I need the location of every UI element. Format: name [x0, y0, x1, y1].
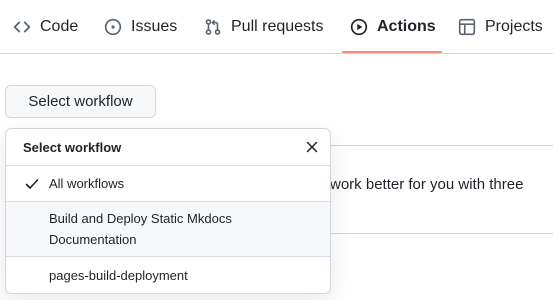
tab-actions-label: Actions: [377, 18, 436, 35]
workflow-item-label: pages-build-deployment: [49, 267, 188, 283]
tab-code-label: Code: [40, 18, 79, 35]
repo-nav: Code Issues Pull requests Actions Projec…: [0, 0, 553, 54]
workflow-item-all[interactable]: All workflows: [6, 166, 330, 202]
issue-circle-icon: [104, 18, 122, 36]
tab-issues[interactable]: Issues: [104, 0, 177, 54]
table-icon: [458, 18, 476, 36]
tab-actions[interactable]: Actions: [350, 0, 436, 54]
tab-issues-label: Issues: [131, 18, 178, 35]
play-circle-icon: [350, 18, 368, 36]
background-card-border-bottom: [331, 233, 553, 234]
workflow-item-build-deploy[interactable]: Build and Deploy Static Mkdocs Documenta…: [6, 202, 330, 257]
workflow-item-pages-build[interactable]: pages-build-deployment: [6, 257, 330, 293]
dropdown-header: Select workflow: [6, 129, 330, 166]
tab-projects[interactable]: Projects: [458, 0, 543, 54]
tab-pull-requests-label: Pull requests: [231, 18, 324, 35]
workflow-item-label-line2: Documentation: [49, 232, 137, 247]
tab-pull-requests[interactable]: Pull requests: [204, 0, 324, 54]
close-icon[interactable]: [304, 139, 320, 155]
pull-request-icon: [205, 19, 221, 35]
workflow-item-label: All workflows: [49, 176, 125, 191]
tab-projects-label: Projects: [485, 18, 543, 35]
active-tab-indicator: [342, 51, 442, 53]
background-card-border-top: [331, 145, 553, 146]
workflow-item-label-line1: Build and Deploy Static Mkdocs: [49, 211, 232, 226]
select-workflow-button[interactable]: Select workflow: [5, 85, 156, 118]
code-icon: [13, 21, 31, 33]
tab-code[interactable]: Code: [13, 0, 78, 54]
background-partial-text: ns work better for you with three: [310, 176, 524, 193]
dropdown-title: Select workflow: [23, 139, 122, 155]
check-icon: [25, 178, 39, 189]
select-workflow-dropdown: Select workflow All workflows Build and …: [5, 128, 331, 294]
